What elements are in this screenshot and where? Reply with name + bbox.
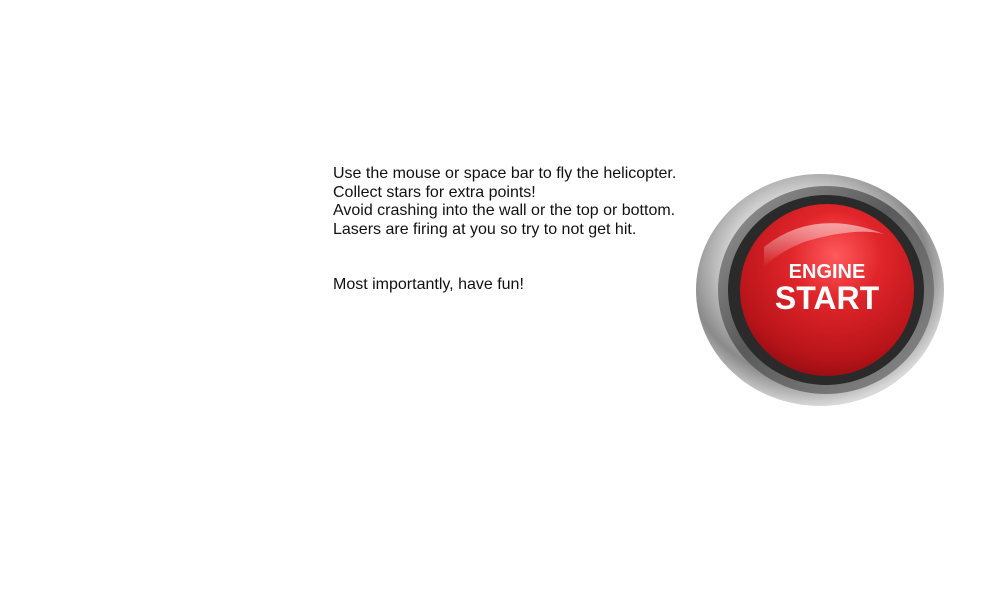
engine-start-button-icon: ENGINE START [696, 174, 944, 406]
instruction-closing: Most importantly, have fun! [333, 276, 524, 293]
instruction-line: Collect stars for extra points! [333, 183, 536, 201]
button-label-start: START [775, 280, 880, 316]
game-start-screen: Use the mouse or space bar to fly the he… [0, 0, 1000, 600]
instruction-line: Use the mouse or space bar to fly the he… [333, 165, 677, 182]
instruction-line: Lasers are firing at you so try to not g… [333, 220, 637, 238]
instruction-line: Avoid crashing into the wall or the top … [333, 202, 676, 219]
engine-start-button[interactable]: ENGINE START [694, 172, 952, 412]
game-instructions: Use the mouse or space bar to fly the he… [333, 165, 693, 295]
